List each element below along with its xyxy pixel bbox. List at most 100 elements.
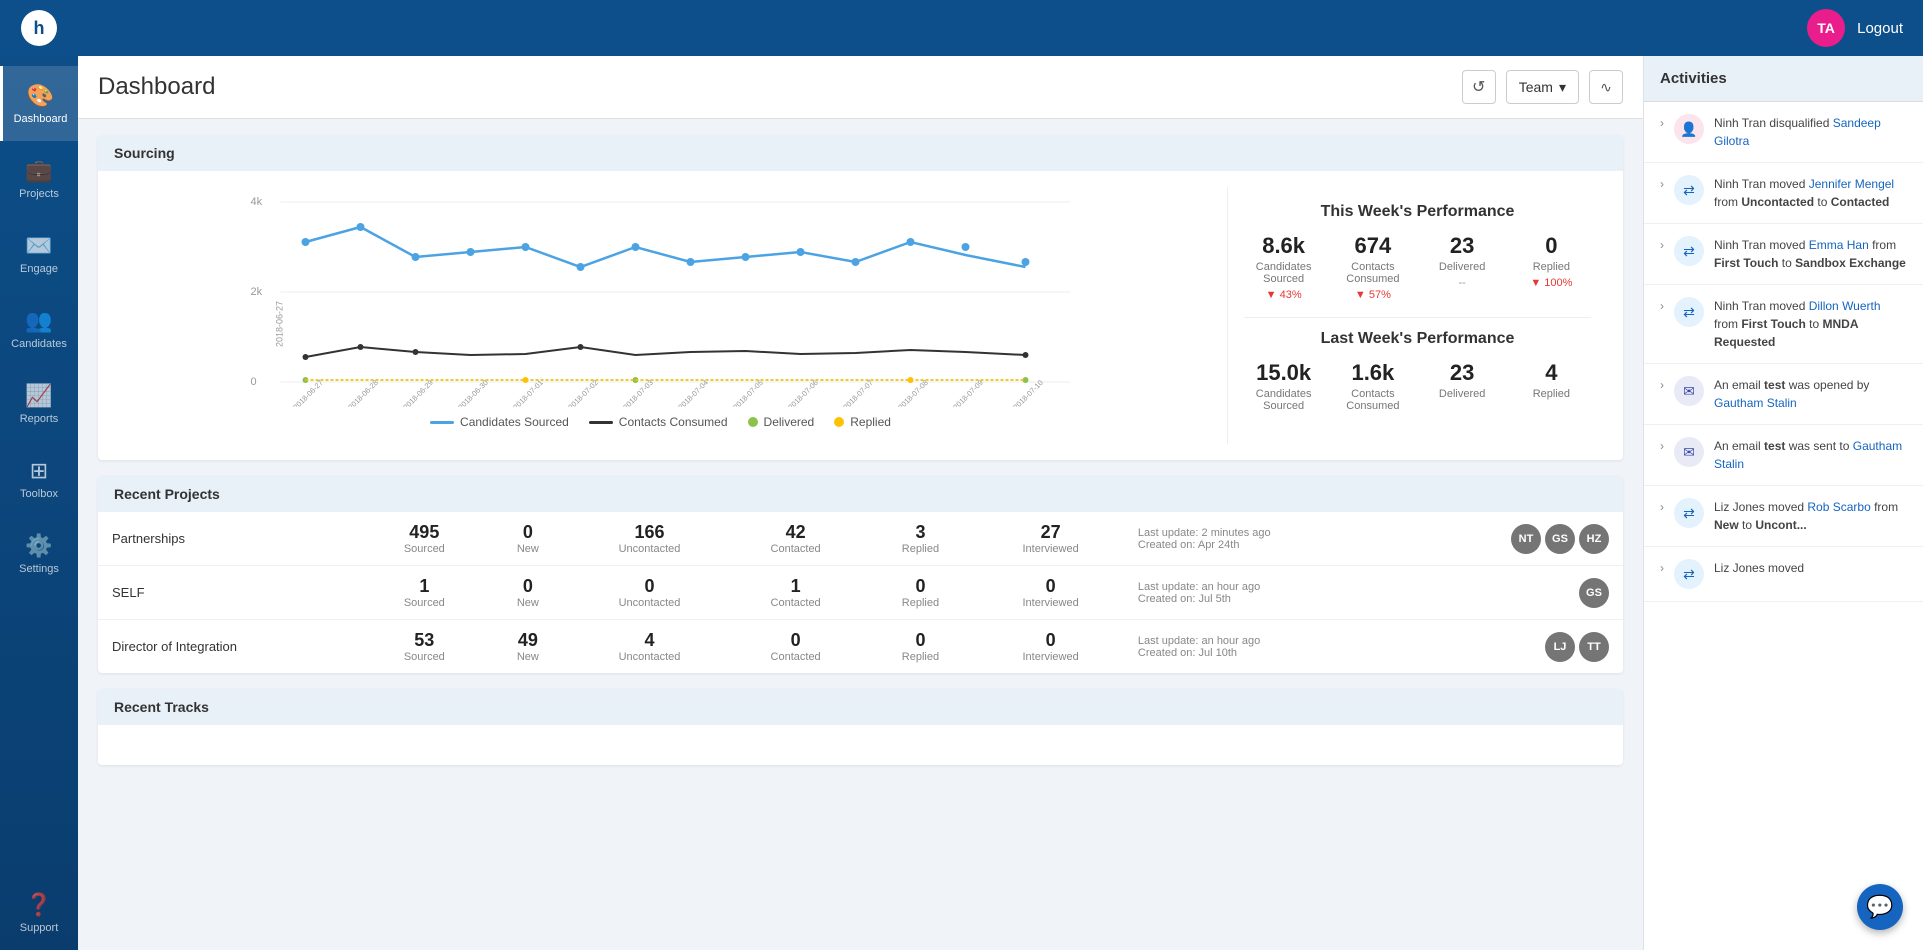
sidebar-item-reports[interactable]: 📈 Reports <box>0 366 78 441</box>
toolbox-icon: ⊞ <box>30 458 48 484</box>
team-dropdown-button[interactable]: Team ▾ <box>1506 70 1579 104</box>
legend-candidates: Candidates Sourced <box>430 415 569 429</box>
move-icon: ⇄ <box>1674 297 1704 327</box>
refresh-button[interactable]: ↺ <box>1462 70 1496 104</box>
move-icon: ⇄ <box>1674 236 1704 266</box>
avatar: GS <box>1579 578 1609 608</box>
sidebar-item-dashboard[interactable]: 🎨 Dashboard <box>0 66 78 141</box>
activity-link[interactable]: Dillon Wuerth <box>1809 299 1881 313</box>
interviewed-cell: 0 Interviewed <box>977 566 1124 620</box>
activity-item[interactable]: › ⇄ Ninh Tran moved Jennifer Mengel from… <box>1644 163 1923 224</box>
svg-text:2018-06-27: 2018-06-27 <box>275 301 285 347</box>
main-content: Dashboard ↺ Team ▾ ∿ Sourcing <box>78 56 1643 950</box>
sidebar-item-label: Reports <box>20 413 59 425</box>
page-title: Dashboard <box>98 73 215 101</box>
avatar: HZ <box>1579 524 1609 554</box>
sourcing-body: 4k 2k 0 2018-06-27 <box>98 171 1623 460</box>
dashboard-header: Dashboard ↺ Team ▾ ∿ <box>78 56 1643 119</box>
activity-item[interactable]: › ✉ An email test was sent to Gautham St… <box>1644 425 1923 486</box>
activity-item[interactable]: › ⇄ Ninh Tran moved Emma Han from First … <box>1644 224 1923 285</box>
sourced-cell: 495 Sourced <box>364 512 484 566</box>
project-meta: Last update: an hour ago Created on: Jul… <box>1124 566 1404 620</box>
activity-link[interactable]: Rob Scarbo <box>1807 500 1870 514</box>
uncontacted-cell: 166 Uncontacted <box>571 512 727 566</box>
projects-table: Partnerships 495 Sourced 0 New <box>98 512 1623 673</box>
chevron-right-icon: › <box>1660 500 1664 514</box>
sidebar-item-engage[interactable]: ✉️ Engage <box>0 216 78 291</box>
performance-panel: This Week's Performance 8.6k Candidates … <box>1227 187 1607 444</box>
table-row[interactable]: SELF 1 Sourced 0 New 0 <box>98 566 1623 620</box>
replied-cell: 0 Replied <box>864 620 978 674</box>
activity-link[interactable]: Gautham Stalin <box>1714 396 1797 410</box>
activity-item[interactable]: › ✉ An email test was opened by Gautham … <box>1644 364 1923 425</box>
project-name: Partnerships <box>98 512 364 566</box>
activity-text: Ninh Tran moved Emma Han from First Touc… <box>1714 236 1907 272</box>
chat-button[interactable]: 💬 <box>1857 884 1903 930</box>
activity-link[interactable]: Gautham Stalin <box>1714 439 1902 471</box>
sidebar-item-label: Engage <box>20 263 58 275</box>
activity-link[interactable]: Sandeep Gilotra <box>1714 116 1881 148</box>
activity-text: An email test was sent to Gautham Stalin <box>1714 437 1907 473</box>
last-week-grid: 15.0k Candidates Sourced 1.6k Contacts C… <box>1244 360 1591 412</box>
move-icon: ⇄ <box>1674 559 1704 589</box>
legend-replied: Replied <box>834 415 891 429</box>
sidebar-item-label: Support <box>20 922 59 934</box>
sourced-cell: 53 Sourced <box>364 620 484 674</box>
sidebar-item-toolbox[interactable]: ⊞ Toolbox <box>0 441 78 516</box>
project-meta: Last update: 2 minutes ago Created on: A… <box>1124 512 1404 566</box>
chart-toggle-button[interactable]: ∿ <box>1589 70 1623 104</box>
sourcing-chart: 4k 2k 0 2018-06-27 <box>114 187 1207 407</box>
sidebar-item-settings[interactable]: ⚙️ Settings <box>0 516 78 591</box>
table-row[interactable]: Director of Integration 53 Sourced 49 Ne… <box>98 620 1623 674</box>
last-week-delivered: 23 Delivered <box>1423 360 1502 412</box>
support-icon: ❓ <box>25 892 52 918</box>
legend-contacts: Contacts Consumed <box>589 415 728 429</box>
activity-item[interactable]: › ⇄ Liz Jones moved Rob Scarbo from New … <box>1644 486 1923 547</box>
user-avatar[interactable]: TA <box>1807 9 1845 47</box>
chevron-down-icon: ▾ <box>1559 79 1566 96</box>
project-meta: Last update: an hour ago Created on: Jul… <box>1124 620 1404 674</box>
chart-area: 4k 2k 0 2018-06-27 <box>114 187 1207 444</box>
project-name: Director of Integration <box>98 620 364 674</box>
email-icon: ✉ <box>1674 437 1704 467</box>
sidebar-item-candidates[interactable]: 👥 Candidates <box>0 291 78 366</box>
activity-text: An email test was opened by Gautham Stal… <box>1714 376 1907 412</box>
chart-legend: Candidates Sourced Contacts Consumed Del… <box>114 415 1207 429</box>
avatar: GS <box>1545 524 1575 554</box>
svg-text:2k: 2k <box>251 286 263 298</box>
chevron-right-icon: › <box>1660 116 1664 130</box>
last-week-title: Last Week's Performance <box>1244 330 1591 348</box>
avatar: TT <box>1579 632 1609 662</box>
svg-text:4k: 4k <box>251 196 263 208</box>
main-wrapper: TA Logout Dashboard ↺ Team ▾ ∿ Sourcing <box>78 0 1923 950</box>
contacted-cell: 1 Contacted <box>728 566 864 620</box>
activity-item[interactable]: › ⇄ Ninh Tran moved Dillon Wuerth from F… <box>1644 285 1923 364</box>
content-area: Dashboard ↺ Team ▾ ∿ Sourcing <box>78 56 1923 950</box>
table-row[interactable]: Partnerships 495 Sourced 0 New <box>98 512 1623 566</box>
sidebar-item-label: Toolbox <box>20 488 58 500</box>
recent-projects-header: Recent Projects <box>98 476 1623 512</box>
activity-text: Ninh Tran moved Jennifer Mengel from Unc… <box>1714 175 1907 211</box>
last-week-contacts: 1.6k Contacts Consumed <box>1333 360 1412 412</box>
project-avatars-cell: LJ TT <box>1404 620 1623 674</box>
recent-projects-card: Recent Projects Partnerships 495 Sourced <box>98 476 1623 673</box>
uncontacted-cell: 0 Uncontacted <box>571 566 727 620</box>
logout-button[interactable]: Logout <box>1857 20 1903 37</box>
activity-link[interactable]: Jennifer Mengel <box>1809 177 1894 191</box>
sidebar-item-support[interactable]: ❓ Support <box>0 875 78 950</box>
activity-item[interactable]: › 👤 Ninh Tran disqualified Sandeep Gilot… <box>1644 102 1923 163</box>
replied-cell: 0 Replied <box>864 566 978 620</box>
activity-text: Liz Jones moved <box>1714 559 1907 577</box>
replied-cell: 3 Replied <box>864 512 978 566</box>
contacted-cell: 0 Contacted <box>728 620 864 674</box>
activity-item[interactable]: › ⇄ Liz Jones moved <box>1644 547 1923 602</box>
sidebar-item-projects[interactable]: 💼 Projects <box>0 141 78 216</box>
recent-tracks-header: Recent Tracks <box>98 689 1623 725</box>
this-week-title: This Week's Performance <box>1244 203 1591 221</box>
uncontacted-cell: 4 Uncontacted <box>571 620 727 674</box>
recent-tracks-card: Recent Tracks <box>98 689 1623 765</box>
sidebar-item-label: Dashboard <box>14 113 68 125</box>
chevron-right-icon: › <box>1660 238 1664 252</box>
sidebar-item-label: Settings <box>19 563 59 575</box>
activity-link[interactable]: Emma Han <box>1809 238 1869 252</box>
